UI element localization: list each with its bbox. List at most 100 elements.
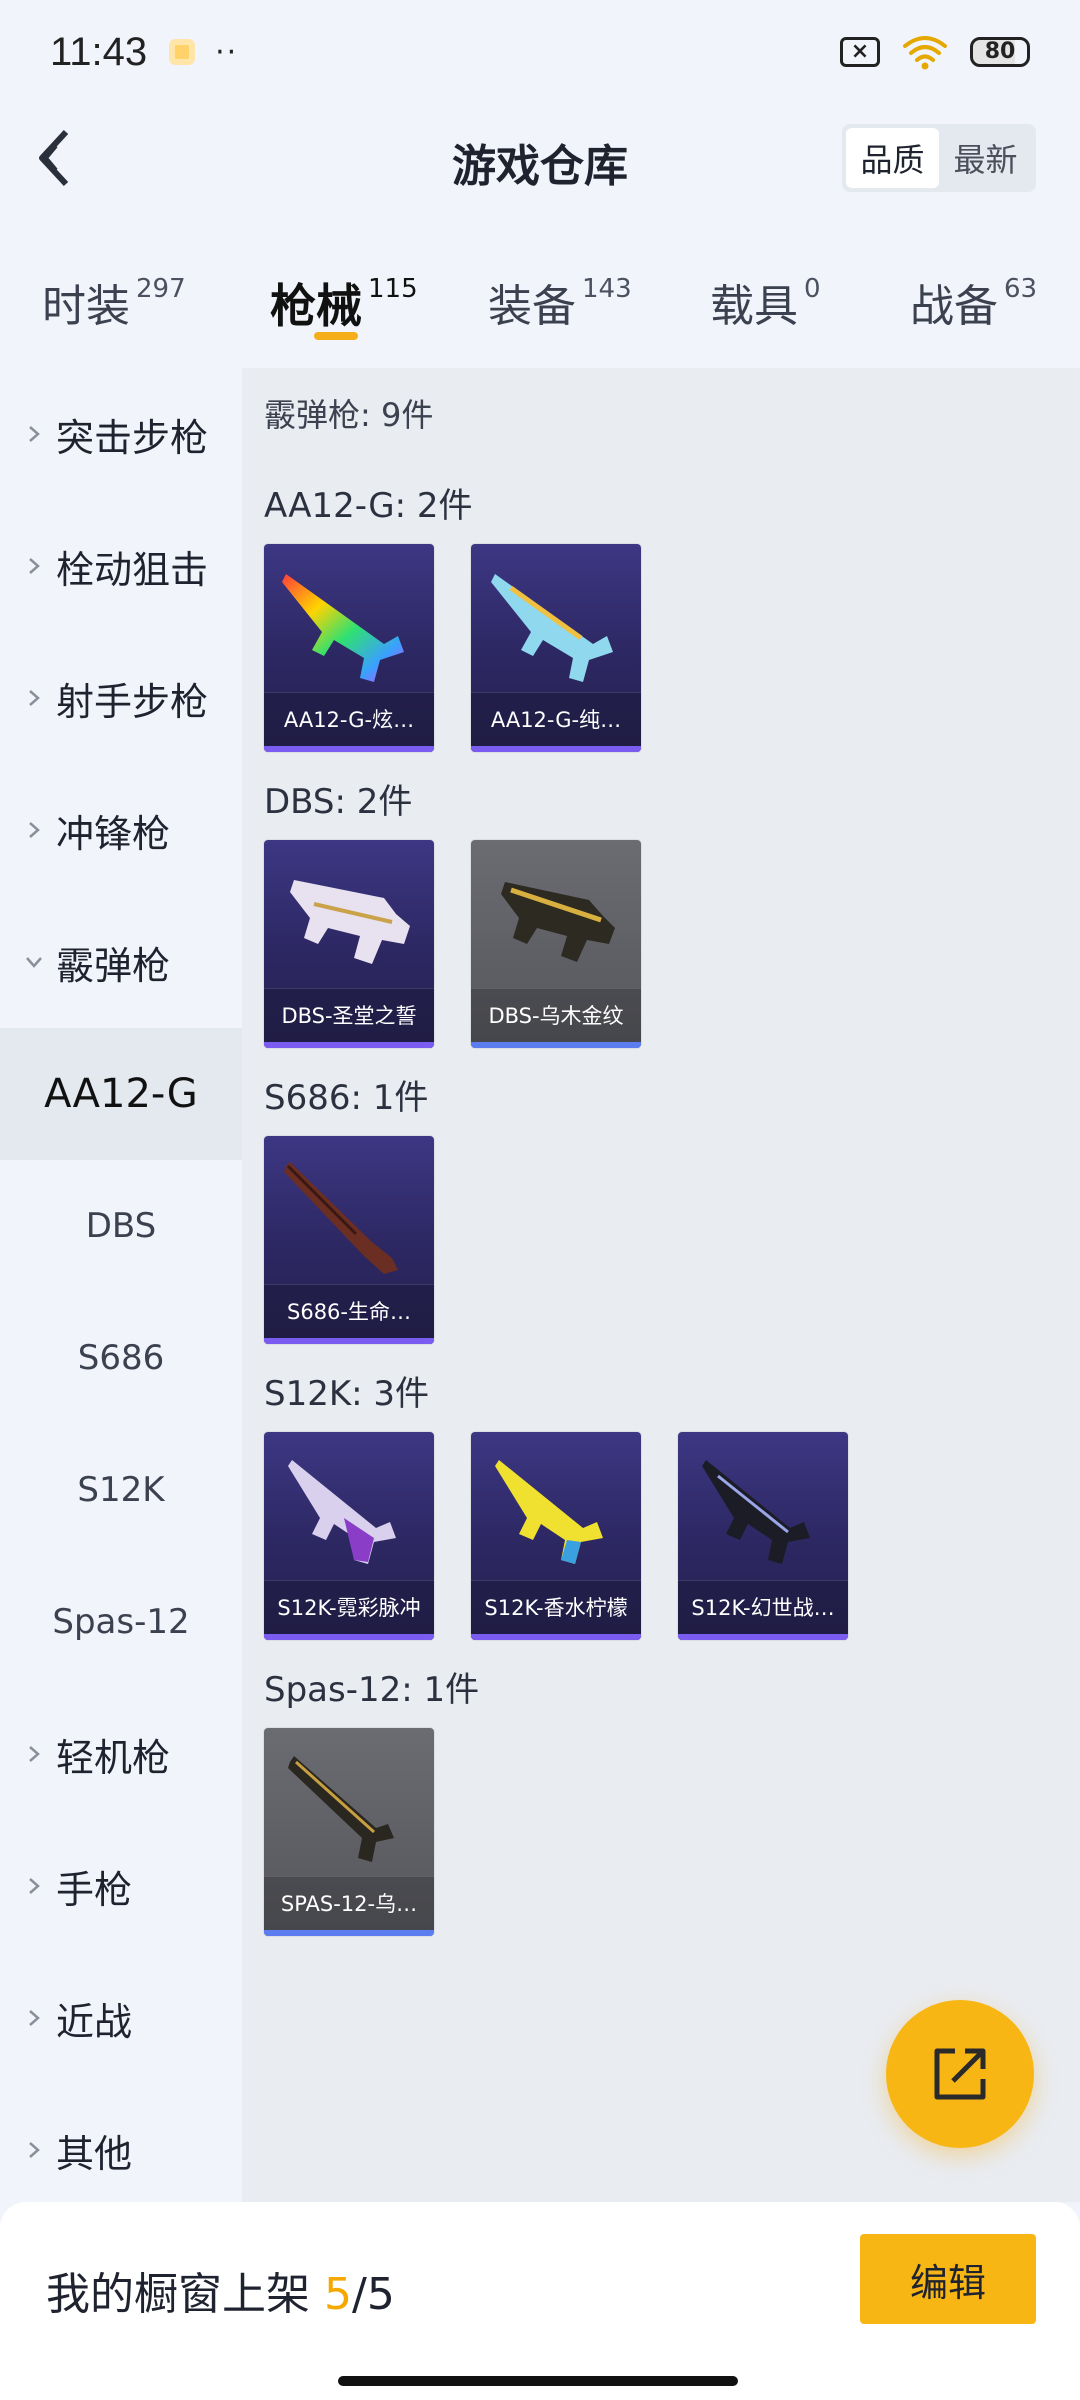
active-tab-indicator <box>314 332 358 340</box>
more-notifications-icon: ·· <box>215 34 239 70</box>
chevron-right-icon <box>29 822 40 838</box>
white-shotgun-image <box>290 880 410 964</box>
edit-button[interactable]: 编辑 <box>860 2234 1036 2324</box>
item-card[interactable]: AA12-G-纯… <box>471 544 641 752</box>
item-name: DBS-圣堂之誓 <box>264 988 434 1042</box>
sidebar-item-label: 冲锋枪 <box>56 811 171 856</box>
sidebar-item-assault-rifle[interactable]: 突击步枪 <box>0 368 242 500</box>
quality-bar <box>471 1634 641 1640</box>
chevron-down-icon <box>26 957 42 968</box>
tab-label: 枪械 <box>270 279 362 333</box>
lemon-shotgun-image <box>495 1460 603 1564</box>
sidebar-item-smg[interactable]: 冲锋枪 <box>0 764 242 896</box>
group-title-aa12g: AA12-G: 2件 <box>264 486 473 526</box>
chevron-right-icon <box>29 1878 40 1894</box>
app-notification-icon <box>169 39 196 65</box>
item-card[interactable]: S686-生命… <box>264 1136 434 1344</box>
card-row-dbs: DBS-圣堂之誓 DBS-乌木金纹 <box>264 840 641 1048</box>
item-name: S12K-幻世战… <box>678 1580 848 1634</box>
chevron-right-icon <box>29 426 40 442</box>
showcase-label: 我的橱窗上架 <box>46 2269 324 2320</box>
item-card[interactable]: DBS-乌木金纹 <box>471 840 641 1048</box>
dark-shotgun-image <box>702 1460 810 1564</box>
quality-bar <box>264 1930 434 1936</box>
neon-shotgun-image <box>288 1460 396 1564</box>
tab-tactical[interactable]: 战备 63 <box>910 270 1037 334</box>
chevron-right-icon <box>29 690 40 706</box>
sidebar-item-label: 射手步枪 <box>56 679 209 724</box>
chevron-right-icon <box>29 2142 40 2158</box>
share-button[interactable] <box>886 2000 1034 2148</box>
tab-fashion[interactable]: 时装 297 <box>42 270 186 334</box>
tab-count: 297 <box>136 274 186 304</box>
sort-toggle: 品质 最新 <box>842 124 1036 192</box>
tab-firearms[interactable]: 枪械 115 <box>270 270 418 336</box>
item-card[interactable]: AA12-G-炫… <box>264 544 434 752</box>
wifi-icon <box>903 36 947 70</box>
tab-label: 装备 <box>488 281 576 332</box>
sidebar-item-shotgun[interactable]: 霰弹枪 <box>0 896 242 1028</box>
sim-icon: × <box>840 37 880 67</box>
quality-bar <box>264 1042 434 1048</box>
sidebar-item-melee[interactable]: 近战 <box>0 1952 242 2084</box>
sort-quality-button[interactable]: 品质 <box>846 128 939 188</box>
tab-label: 战备 <box>910 281 998 332</box>
home-indicator[interactable] <box>338 2376 738 2386</box>
status-time: 11:43 <box>50 29 148 74</box>
tab-count: 0 <box>804 274 821 304</box>
item-name: S686-生命… <box>264 1284 434 1338</box>
chevron-right-icon <box>29 2010 40 2026</box>
sidebar-item-label: 栓动狙击 <box>56 547 209 592</box>
sidebar-subitem-s686[interactable]: S686 <box>0 1292 242 1424</box>
sidebar-item-bolt-sniper[interactable]: 栓动狙击 <box>0 500 242 632</box>
status-bar: 11:43 ·· × 80 <box>0 0 1080 104</box>
quality-bar <box>264 1634 434 1640</box>
tab-count: 115 <box>368 274 418 304</box>
sidebar-subitem-aa12g[interactable]: AA12-G <box>0 1028 242 1160</box>
tab-vehicles[interactable]: 载具 0 <box>710 270 821 334</box>
item-card[interactable]: S12K-幻世战… <box>678 1432 848 1640</box>
item-card[interactable]: DBS-圣堂之誓 <box>264 840 434 1048</box>
sidebar-subitem-dbs[interactable]: DBS <box>0 1160 242 1292</box>
group-title-s12k: S12K: 3件 <box>264 1374 430 1414</box>
sidebar-item-other[interactable]: 其他 <box>0 2084 242 2216</box>
item-card[interactable]: S12K-香水柠檬 <box>471 1432 641 1640</box>
sidebar-item-label: 突击步枪 <box>56 415 209 460</box>
item-name: S12K-霓彩脉冲 <box>264 1580 434 1634</box>
sidebar-item-lmg[interactable]: 轻机枪 <box>0 1688 242 1820</box>
header: 游戏仓库 品质 最新 <box>0 104 1080 212</box>
shotgun-total-count: 霰弹枪: 9件 <box>264 396 434 434</box>
card-row-s686: S686-生命… <box>264 1136 434 1344</box>
group-title-spas12: Spas-12: 1件 <box>264 1670 480 1710</box>
wood-shotgun-image <box>284 1162 398 1274</box>
item-card[interactable]: S12K-霓彩脉冲 <box>264 1432 434 1640</box>
sidebar-subitem-s12k[interactable]: S12K <box>0 1424 242 1556</box>
sidebar-item-label: 霰弹枪 <box>56 943 171 988</box>
sidebar-item-pistol[interactable]: 手枪 <box>0 1820 242 1952</box>
item-grid-panel: 霰弹枪: 9件 AA12-G: 2件 AA12-G-炫… AA12-G-纯… D… <box>242 368 1080 2202</box>
showcase-status: 我的橱窗上架 5/5 <box>46 2258 395 2322</box>
battery-icon: 80 <box>970 37 1030 67</box>
quality-bar <box>471 746 641 752</box>
sidebar-item-label: 其他 <box>56 2131 133 2176</box>
sort-newest-button[interactable]: 最新 <box>939 128 1032 188</box>
item-name: AA12-G-炫… <box>264 692 434 746</box>
tab-label: 载具 <box>710 281 798 332</box>
gold-black-shotgun-image <box>501 882 615 962</box>
tab-count: 143 <box>582 274 632 304</box>
chevron-right-icon <box>29 558 40 574</box>
sidebar-subitem-spas12[interactable]: Spas-12 <box>0 1556 242 1688</box>
item-card[interactable]: SPAS-12-乌… <box>264 1728 434 1936</box>
quality-bar <box>678 1634 848 1640</box>
card-row-aa12g: AA12-G-炫… AA12-G-纯… <box>264 544 641 752</box>
rainbow-shotgun-image <box>282 574 404 682</box>
tab-count: 63 <box>1004 274 1038 304</box>
quality-bar <box>264 746 434 752</box>
sidebar-item-marksman-rifle[interactable]: 射手步枪 <box>0 632 242 764</box>
tab-equipment[interactable]: 装备 143 <box>488 270 632 334</box>
showcase-current-count: 5 <box>324 2269 352 2320</box>
item-name: AA12-G-纯… <box>471 692 641 746</box>
item-name: DBS-乌木金纹 <box>471 988 641 1042</box>
quality-bar <box>471 1042 641 1048</box>
weapon-category-sidebar: 突击步枪 栓动狙击 射手步枪 冲锋枪 霰弹枪 AA12-G DBS S686 S… <box>0 368 242 2202</box>
